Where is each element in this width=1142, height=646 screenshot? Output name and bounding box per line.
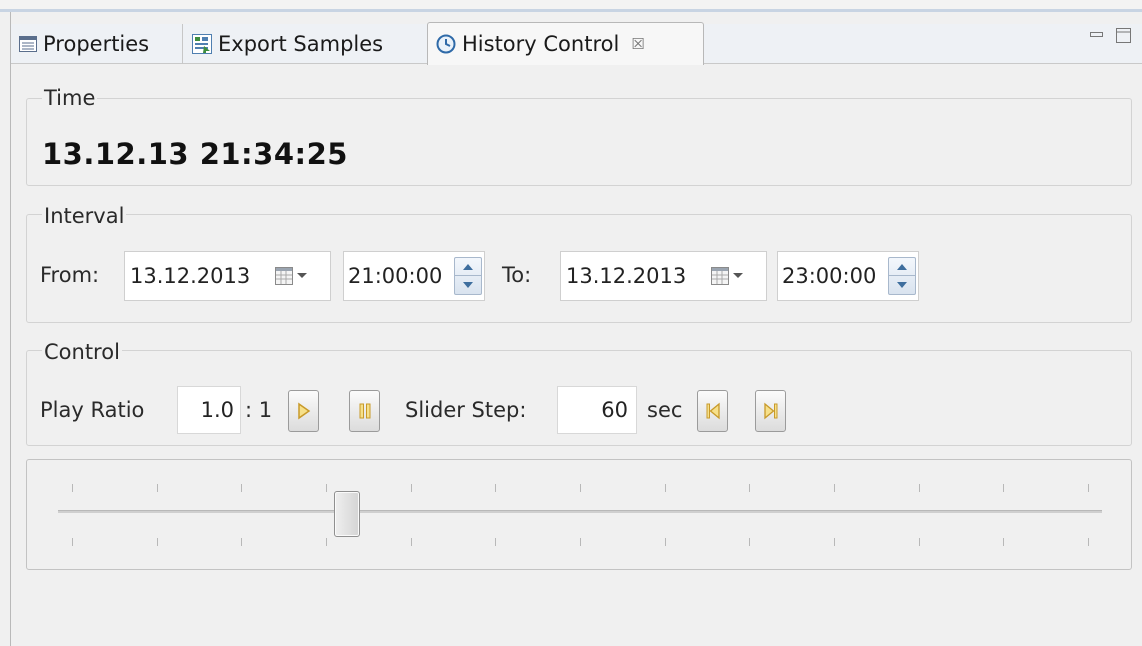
- tab-properties[interactable]: Properties: [11, 24, 183, 64]
- slider-tick: [72, 484, 73, 492]
- spin-up-icon[interactable]: [455, 258, 481, 276]
- from-date-value: 13.12.2013: [130, 264, 251, 288]
- view-left-border: [10, 12, 11, 646]
- slider-tick: [1088, 538, 1089, 546]
- to-time-spinner[interactable]: [888, 257, 916, 295]
- skip-to-end-button[interactable]: [755, 390, 786, 432]
- slider-tick: [580, 538, 581, 546]
- slider-tick: [1003, 538, 1004, 546]
- slider-tick: [241, 484, 242, 492]
- pause-icon: [359, 403, 370, 419]
- tab-history-control[interactable]: History Control ☒: [427, 22, 704, 65]
- slider-tick: [1088, 484, 1089, 492]
- slider-step-label: Slider Step:: [405, 398, 527, 422]
- slider-thumb[interactable]: [334, 491, 360, 537]
- spin-down-icon[interactable]: [455, 276, 481, 294]
- calendar-dropdown-icon[interactable]: [275, 266, 311, 286]
- tab-export-samples-label: Export Samples: [218, 32, 384, 56]
- slider-step-value: 60: [601, 398, 628, 422]
- from-time-value: 21:00:00: [348, 264, 443, 288]
- slider-tick: [1003, 484, 1004, 492]
- slider-tick: [72, 538, 73, 546]
- slider-tick: [326, 538, 327, 546]
- from-date-picker[interactable]: 13.12.2013: [124, 251, 331, 301]
- tab-export-samples[interactable]: Export Samples: [184, 24, 430, 64]
- slider-tick: [326, 484, 327, 492]
- slider-tick: [834, 484, 835, 492]
- calendar-dropdown-icon[interactable]: [711, 266, 747, 286]
- slider-tick: [157, 484, 158, 492]
- export-samples-icon: [192, 34, 212, 54]
- interval-group-title: Interval: [42, 204, 127, 228]
- spin-down-icon[interactable]: [889, 276, 915, 294]
- to-date-value: 13.12.2013: [566, 264, 687, 288]
- close-tab-icon[interactable]: ☒: [631, 35, 644, 53]
- play-ratio-label: Play Ratio: [40, 398, 145, 422]
- from-time-spinner[interactable]: [454, 257, 482, 295]
- time-slider-group: [26, 459, 1132, 570]
- slider-tick: [834, 538, 835, 546]
- from-label: From:: [40, 263, 100, 287]
- to-label: To:: [502, 263, 532, 287]
- slider-tick: [919, 484, 920, 492]
- skip-to-start-button[interactable]: [697, 390, 728, 432]
- slider-step-input[interactable]: 60: [557, 386, 637, 434]
- slider-tick: [411, 538, 412, 546]
- slider-tick: [157, 538, 158, 546]
- spin-up-icon[interactable]: [889, 258, 915, 276]
- slider-track[interactable]: [58, 510, 1102, 513]
- history-clock-icon: [436, 34, 456, 54]
- window-top-strip: [0, 0, 1142, 12]
- slider-tick: [495, 538, 496, 546]
- slider-tick: [665, 484, 666, 492]
- from-time-field[interactable]: 21:00:00: [343, 251, 485, 301]
- pause-button[interactable]: [349, 390, 380, 432]
- slider-tick: [411, 484, 412, 492]
- to-date-picker[interactable]: 13.12.2013: [560, 251, 767, 301]
- play-ratio-value: 1.0: [200, 398, 234, 422]
- to-time-field[interactable]: 23:00:00: [777, 251, 919, 301]
- play-ratio-input[interactable]: 1.0: [177, 386, 241, 434]
- tab-history-control-label: History Control: [462, 32, 620, 56]
- control-group-title: Control: [42, 340, 122, 364]
- play-button[interactable]: [288, 390, 319, 432]
- time-group-title: Time: [42, 86, 98, 110]
- current-time-value: 13.12.13 21:34:25: [42, 137, 348, 171]
- slider-tick: [495, 484, 496, 492]
- slider-tick: [665, 538, 666, 546]
- slider-tick: [580, 484, 581, 492]
- slider-tick: [749, 538, 750, 546]
- properties-icon: [19, 36, 37, 52]
- minimize-view-icon[interactable]: [1090, 28, 1104, 42]
- tab-properties-label: Properties: [43, 32, 150, 56]
- slider-tick: [241, 538, 242, 546]
- ratio-suffix: : 1: [245, 398, 273, 422]
- skip-end-icon: [763, 402, 777, 420]
- play-icon: [297, 402, 310, 420]
- maximize-view-icon[interactable]: [1116, 28, 1132, 47]
- slider-step-unit: sec: [647, 398, 683, 422]
- slider-tick: [919, 538, 920, 546]
- to-time-value: 23:00:00: [782, 264, 877, 288]
- view-tab-bar: Properties Export Samples History Contro…: [11, 22, 1142, 65]
- skip-start-icon: [706, 402, 720, 420]
- slider-tick: [749, 484, 750, 492]
